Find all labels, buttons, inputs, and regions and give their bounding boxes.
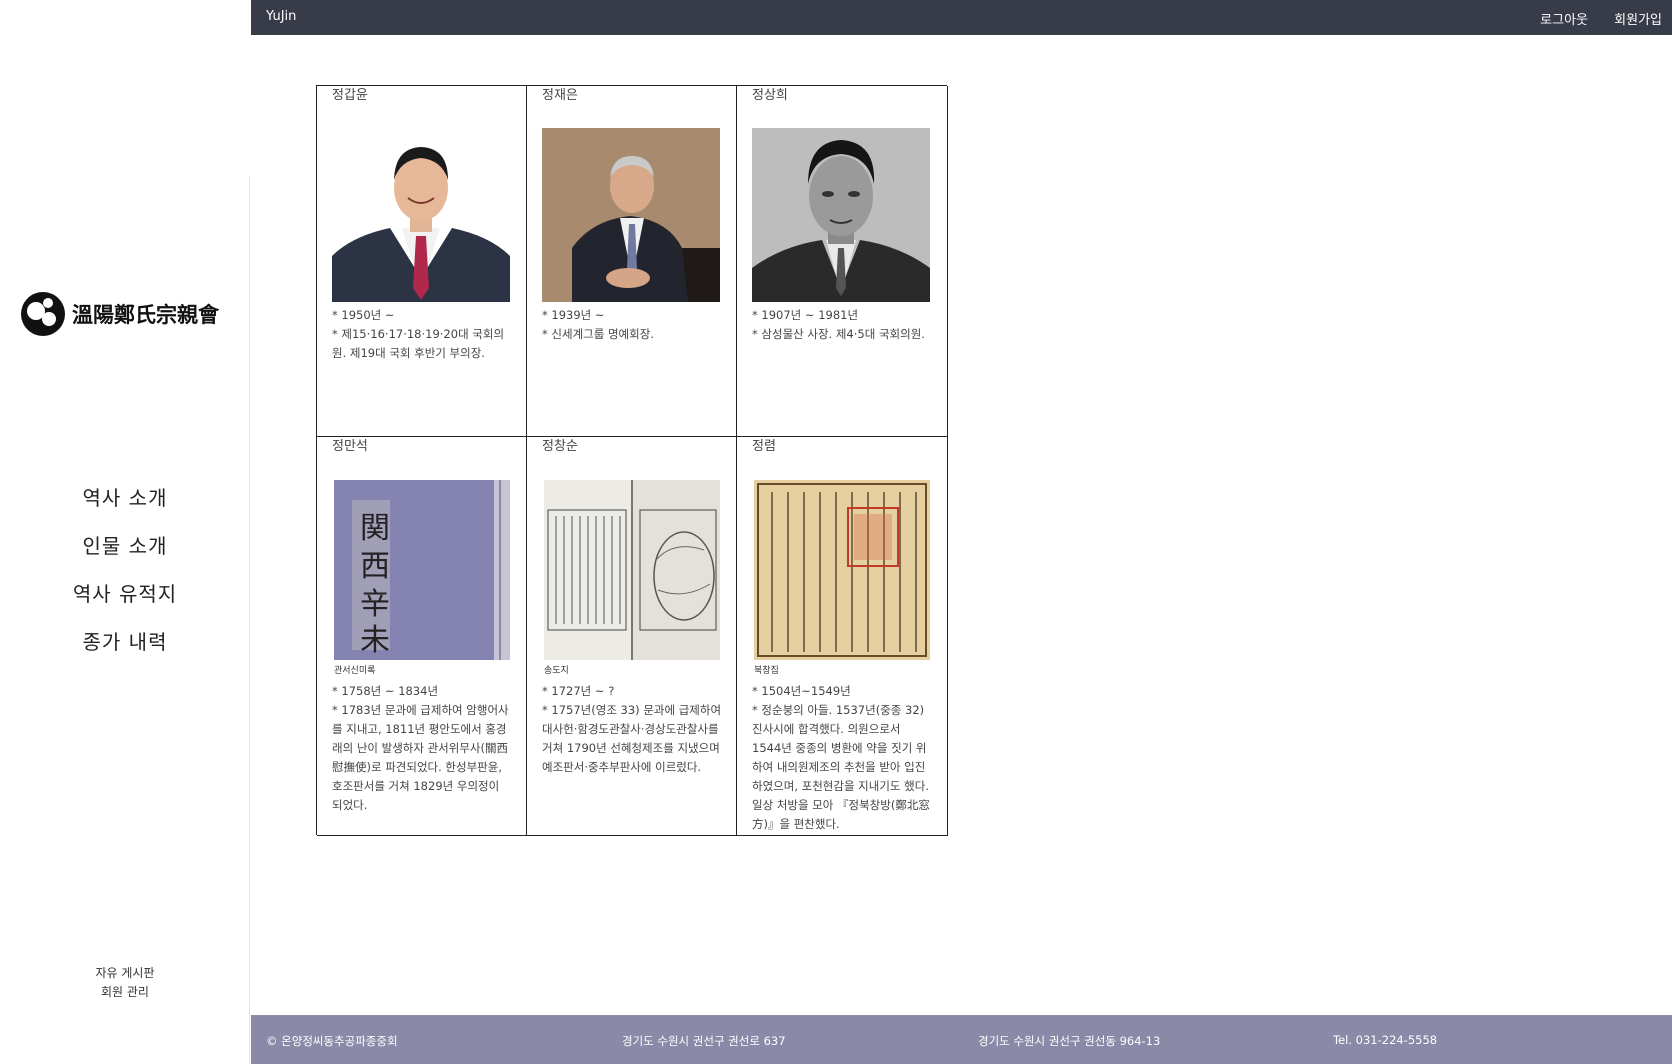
- person-description: * 삼성물산 사장. 제4·5대 국회의원.: [752, 327, 925, 341]
- person-name: 정렴: [752, 439, 776, 454]
- person-description: * 신세계그룹 명예회장.: [542, 327, 654, 341]
- person-info: * 1727년 ~ ? * 1757년(영조 33) 문과에 급제하여 대사헌·…: [542, 682, 722, 777]
- nav-member-admin[interactable]: 회원 관리: [0, 983, 250, 1002]
- book-caption: 송도지: [544, 666, 569, 676]
- book-caption: 북창집: [754, 666, 779, 676]
- person-years: * 1950년 ~: [332, 308, 395, 322]
- svg-text:未: 未: [360, 623, 390, 658]
- person-photo: [332, 128, 510, 302]
- footer-copyright: © 온양정씨동추공파종중회: [266, 1034, 398, 1048]
- person-card: 정재은 * 1939년 ~ * 신세계그룹 명예회장.: [527, 86, 737, 437]
- person-years: * 1504년~1549년: [752, 684, 851, 698]
- person-card: 정상희 * 1907년 ~ 1981년 * 삼성물산 사장. 제4·5대 국회의…: [737, 86, 948, 437]
- sidebar-divider: [249, 176, 250, 1064]
- person-years: * 1727년 ~ ?: [542, 684, 615, 698]
- book-image: [754, 480, 930, 660]
- person-card: 정만석 関 西 辛 未 관서신미록 * 1758년 ~ 1834년 * 1783…: [317, 437, 527, 836]
- person-card: 정렴 북창집 * 1504년~1549년 * 정순붕의 아들. 1537년(중종…: [737, 437, 948, 836]
- person-info: * 1758년 ~ 1834년 * 1783년 문과에 급제하여 암행어사를 지…: [332, 682, 512, 815]
- top-navbar: YuJin 로그아웃 회원가입: [251, 0, 1672, 35]
- sub-nav: 자유 게시판 회원 관리: [0, 964, 250, 1002]
- svg-text:関: 関: [360, 511, 390, 546]
- svg-text:辛: 辛: [360, 587, 390, 622]
- person-years: * 1758년 ~ 1834년: [332, 684, 439, 698]
- person-photo: [542, 128, 720, 302]
- logout-link[interactable]: 로그아웃: [1540, 13, 1588, 28]
- person-description: * 정순붕의 아들. 1537년(중종 32) 진사시에 합격했다. 의원으로서…: [752, 703, 930, 831]
- nav-historic-sites[interactable]: 역사 유적지: [0, 574, 250, 622]
- footer-address-road: 경기도 수원시 권선구 권선로 637: [622, 1034, 786, 1048]
- person-card: 정갑윤 * 1950년 ~ * 제15·16·17·18·19·20대 국회의원…: [317, 86, 527, 437]
- nav-people-intro[interactable]: 인물 소개: [0, 526, 250, 574]
- person-info: * 1939년 ~ * 신세계그룹 명예회장.: [542, 306, 722, 344]
- person-name: 정상희: [752, 88, 788, 103]
- book-image: 関 西 辛 未: [334, 480, 510, 660]
- person-description: * 1783년 문과에 급제하여 암행어사를 지내고, 1811년 평안도에서 …: [332, 703, 509, 812]
- person-info: * 1950년 ~ * 제15·16·17·18·19·20대 국회의원. 제1…: [332, 306, 512, 363]
- person-card: 정창순 송도지 * 1727년 ~ ? * 1757년(영조 33) 문과에 급…: [527, 437, 737, 836]
- site-logo[interactable]: 溫陽鄭氏宗親會: [20, 291, 219, 337]
- book-image: [544, 480, 720, 660]
- person-name: 정만석: [332, 439, 368, 454]
- person-name: 정재은: [542, 88, 578, 103]
- sidebar: 溫陽鄭氏宗親會 역사 소개 인물 소개 역사 유적지 종가 내력 자유 게시판 …: [0, 0, 250, 1064]
- book-caption: 관서신미록: [334, 666, 376, 676]
- person-info: * 1907년 ~ 1981년 * 삼성물산 사장. 제4·5대 국회의원.: [752, 306, 933, 344]
- footer-address-lot: 경기도 수원시 권선구 권선동 964-13: [978, 1034, 1161, 1048]
- footer-telephone: Tel. 031-224-5558: [1333, 1033, 1438, 1047]
- clan-emblem-icon: [21, 292, 65, 336]
- person-name: 정갑윤: [332, 88, 368, 103]
- person-photo: [752, 128, 930, 302]
- nav-free-board[interactable]: 자유 게시판: [0, 964, 250, 983]
- person-years: * 1907년 ~ 1981년: [752, 308, 859, 322]
- person-description: * 제15·16·17·18·19·20대 국회의원. 제19대 국회 후반기 …: [332, 327, 505, 360]
- footer: © 온양정씨동추공파종중회 경기도 수원시 권선구 권선로 637 경기도 수원…: [251, 1015, 1672, 1064]
- person-info: * 1504년~1549년 * 정순붕의 아들. 1537년(중종 32) 진사…: [752, 682, 933, 834]
- svg-text:西: 西: [360, 549, 390, 584]
- account-links: 로그아웃 회원가입: [1518, 9, 1662, 28]
- person-years: * 1939년 ~: [542, 308, 605, 322]
- nav-family-history[interactable]: 종가 내력: [0, 622, 250, 670]
- logo-text: 溫陽鄭氏宗親會: [72, 302, 219, 327]
- nav-history-intro[interactable]: 역사 소개: [0, 478, 250, 526]
- person-name: 정창순: [542, 439, 578, 454]
- people-grid: 정갑윤 * 1950년 ~ * 제15·16·17·18·19·20대 국회의원…: [316, 85, 948, 836]
- signup-link[interactable]: 회원가입: [1614, 13, 1662, 28]
- brand-link[interactable]: YuJin: [266, 9, 296, 24]
- main-nav: 역사 소개 인물 소개 역사 유적지 종가 내력: [0, 478, 250, 670]
- person-description: * 1757년(영조 33) 문과에 급제하여 대사헌·함경도관찰사·경상도관찰…: [542, 703, 722, 774]
